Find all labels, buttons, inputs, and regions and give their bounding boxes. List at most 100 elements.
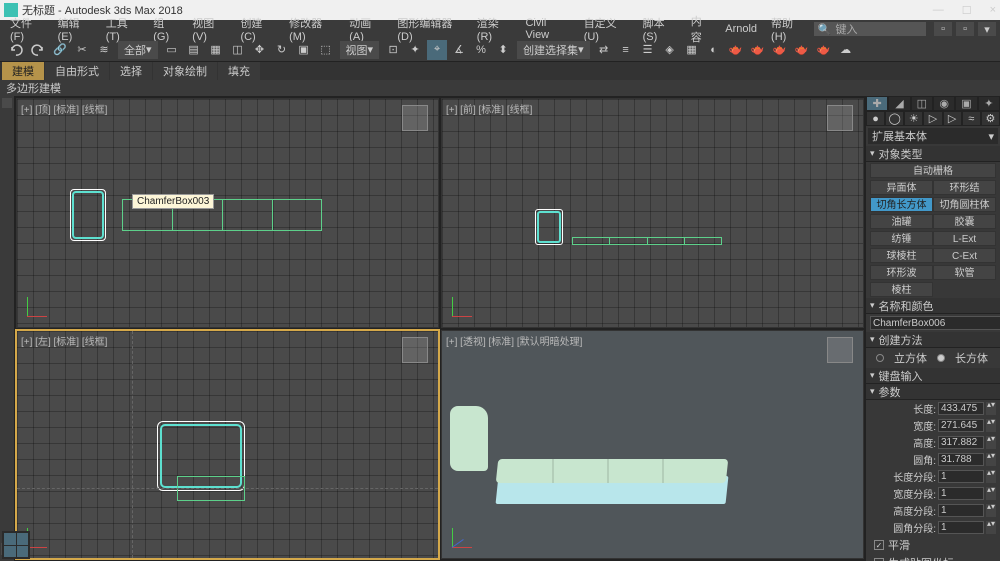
select-region-icon[interactable]: ▦ <box>206 40 226 60</box>
material-editor-icon[interactable]: ◐ <box>704 40 724 60</box>
btn-capsule[interactable]: 胶囊 <box>933 214 996 229</box>
tab-selection[interactable]: 选择 <box>110 62 152 80</box>
spinner-icon[interactable]: ▴▾ <box>986 521 996 534</box>
viewcube-icon[interactable] <box>402 337 428 363</box>
autogrid-checkbox[interactable]: 自动栅格 <box>870 163 996 178</box>
spinner-icon[interactable]: ▴▾ <box>986 504 996 517</box>
window-crossing-icon[interactable]: ◫ <box>228 40 248 60</box>
cmdtab-motion-icon[interactable]: ◉ <box>933 96 955 111</box>
cmdtab-utilities-icon[interactable]: ✦ <box>978 96 1000 111</box>
category-dropdown[interactable]: 扩展基本体▾ <box>868 128 998 144</box>
btn-gengon[interactable]: 球棱柱 <box>870 248 933 263</box>
render-setup-icon[interactable]: 🫖 <box>726 40 746 60</box>
maximize-icon[interactable]: ☐ <box>962 4 972 17</box>
tab-objectpaint[interactable]: 对象绘制 <box>153 62 217 80</box>
subtab-shapes-icon[interactable]: ◯ <box>885 111 904 126</box>
menu-civilview[interactable]: Civil View <box>519 17 575 41</box>
render-prod-icon[interactable]: 🫖 <box>792 40 812 60</box>
cmdtab-create-icon[interactable]: ✚ <box>866 96 888 111</box>
viewport-top[interactable]: [+] [顶] [标准] [线框] ChamferBox003 <box>16 98 439 328</box>
viewcube-icon[interactable] <box>402 105 428 131</box>
mirror-icon[interactable]: ⇄ <box>594 40 614 60</box>
btn-lext[interactable]: L-Ext <box>933 231 996 246</box>
subtab-helpers-icon[interactable]: ▷ <box>943 111 962 126</box>
viewport-perspective[interactable]: [+] [透视] [标准] [默认明暗处理] <box>441 330 864 560</box>
infocenter-search[interactable]: 🔍 键入 <box>814 22 926 36</box>
cmdtab-modify-icon[interactable]: ◢ <box>888 96 910 111</box>
close-icon[interactable]: × <box>990 4 996 17</box>
selection-filter[interactable]: 全部 ▾ <box>118 41 158 59</box>
cmdtab-display-icon[interactable]: ▣ <box>955 96 977 111</box>
viewport-left-label[interactable]: [+] [左] [标准] [线框] <box>21 333 107 348</box>
bind-icon[interactable]: ≋ <box>94 40 114 60</box>
btn-chamferbox[interactable]: 切角长方体 <box>870 197 933 212</box>
render-cloud-icon[interactable]: ☁ <box>836 40 856 60</box>
select-rotate-icon[interactable]: ↻ <box>272 40 292 60</box>
unlink-icon[interactable]: ✂ <box>72 40 92 60</box>
manipulate-icon[interactable]: ✦ <box>405 40 425 60</box>
btn-oiltank[interactable]: 油罐 <box>870 214 933 229</box>
percent-snap-icon[interactable]: % <box>471 40 491 60</box>
btn-prism[interactable]: 棱柱 <box>870 282 933 297</box>
ref-coord-system[interactable]: 视图 ▾ <box>340 41 380 59</box>
btn-spindle[interactable]: 纺锤 <box>870 231 933 246</box>
rendered-frame-icon[interactable]: 🫖 <box>748 40 768 60</box>
param-fillet-segs[interactable]: 1 <box>938 521 984 534</box>
subtab-lights-icon[interactable]: ☀ <box>904 111 923 126</box>
minimize-icon[interactable]: — <box>933 4 944 17</box>
schematic-icon[interactable]: ▦ <box>682 40 702 60</box>
radio-box[interactable] <box>937 354 945 362</box>
workspace-btn-3[interactable]: ▾ <box>978 22 996 36</box>
btn-hedra[interactable]: 异面体 <box>870 180 933 195</box>
subtab-systems-icon[interactable]: ⚙ <box>981 111 1000 126</box>
spinner-icon[interactable]: ▴▾ <box>986 419 996 432</box>
align-icon[interactable]: ≡ <box>616 40 636 60</box>
param-width[interactable]: 271.645 <box>938 419 984 432</box>
select-move-icon[interactable]: ✥ <box>250 40 270 60</box>
btn-cext[interactable]: C-Ext <box>933 248 996 263</box>
curve-editor-icon[interactable]: ◈ <box>660 40 680 60</box>
tab-modeling[interactable]: 建模 <box>2 62 44 80</box>
use-pivot-icon[interactable]: ⊡ <box>383 40 403 60</box>
btn-ringwave[interactable]: 环形波 <box>870 265 933 280</box>
select-object-icon[interactable]: ▭ <box>162 40 182 60</box>
strip-btn[interactable] <box>2 98 12 108</box>
layers-icon[interactable]: ☰ <box>638 40 658 60</box>
subtab-geometry-icon[interactable]: ● <box>866 111 885 126</box>
menu-arnold[interactable]: Arnold <box>719 23 763 35</box>
spinner-icon[interactable]: ▴▾ <box>986 402 996 415</box>
btn-hose[interactable]: 软管 <box>933 265 996 280</box>
select-name-icon[interactable]: ▤ <box>184 40 204 60</box>
workspace-btn-2[interactable]: ▫ <box>956 22 974 36</box>
select-scale-icon[interactable]: ▣ <box>294 40 314 60</box>
render-iray-icon[interactable]: 🫖 <box>814 40 834 60</box>
viewport-front-label[interactable]: [+] [前] [标准] [线框] <box>446 101 532 116</box>
angle-snap-icon[interactable]: ∡ <box>449 40 469 60</box>
rollout-object-type[interactable]: 对象类型 <box>866 146 1000 162</box>
viewport-top-label[interactable]: [+] [顶] [标准] [线框] <box>21 101 107 116</box>
cmdtab-hierarchy-icon[interactable]: ◫ <box>911 96 933 111</box>
radio-cube[interactable] <box>876 354 884 362</box>
undo-icon[interactable] <box>6 40 26 60</box>
rollout-name-color[interactable]: 名称和颜色 <box>866 298 1000 314</box>
param-length-segs[interactable]: 1 <box>938 470 984 483</box>
object-name-input[interactable] <box>870 316 1000 330</box>
btn-torusknot[interactable]: 环形结 <box>933 180 996 195</box>
subtab-spacewarp-icon[interactable]: ≈ <box>962 111 981 126</box>
spinner-icon[interactable]: ▴▾ <box>986 470 996 483</box>
select-place-icon[interactable]: ⬚ <box>316 40 336 60</box>
param-width-segs[interactable]: 1 <box>938 487 984 500</box>
spinner-icon[interactable]: ▴▾ <box>986 436 996 449</box>
viewport-left[interactable]: [+] [左] [标准] [线框] <box>16 330 439 560</box>
tab-freeform[interactable]: 自由形式 <box>45 62 109 80</box>
rollout-keyboard-entry[interactable]: 键盘输入 <box>866 368 1000 384</box>
btn-chamfercyl[interactable]: 切角圆柱体 <box>933 197 996 212</box>
subtab-cameras-icon[interactable]: ▷ <box>923 111 942 126</box>
tab-populate[interactable]: 填充 <box>218 62 260 80</box>
viewport-layout-icon[interactable] <box>2 531 30 559</box>
viewport-persp-label[interactable]: [+] [透视] [标准] [默认明暗处理] <box>446 333 582 348</box>
snap-toggle-icon[interactable]: ⌖ <box>427 40 447 60</box>
spinner-icon[interactable]: ▴▾ <box>986 453 996 466</box>
viewcube-icon[interactable] <box>827 105 853 131</box>
named-selection-sets[interactable]: 创建选择集 ▾ <box>517 41 590 59</box>
